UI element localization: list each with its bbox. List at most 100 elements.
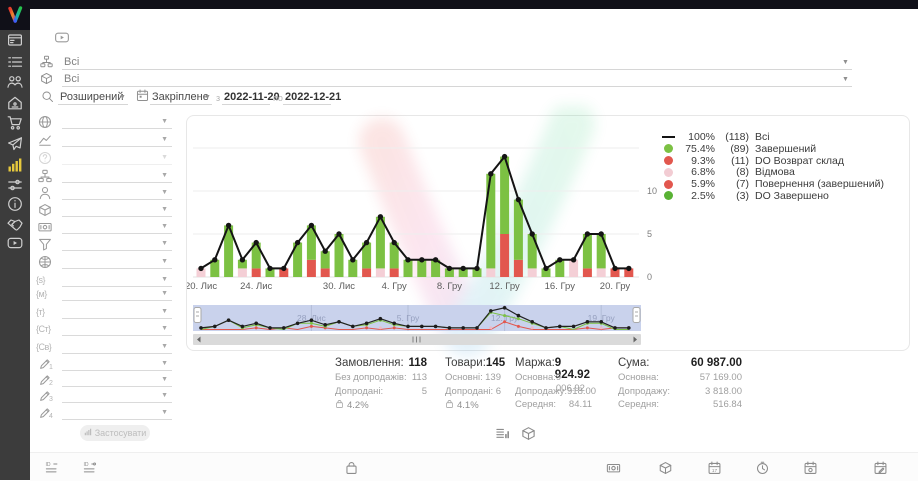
filter-row-4[interactable]: 4▼	[36, 406, 176, 422]
clock-icon[interactable]	[755, 461, 771, 476]
money-icon	[38, 220, 52, 234]
chevron-down-icon[interactable]: ▼	[161, 276, 168, 283]
legend-item[interactable]: 2.5%(3)DO Завершено	[661, 190, 905, 202]
package-icon	[38, 203, 52, 217]
calendar-edit-icon[interactable]	[873, 461, 889, 476]
legend-item[interactable]: 75.4%(89)Завершений	[661, 143, 905, 155]
chevron-down-icon[interactable]: ▼	[119, 94, 126, 101]
sidebar-item-orders[interactable]	[7, 54, 23, 70]
cube-icon[interactable]	[658, 461, 674, 476]
chevron-down-icon[interactable]: ▼	[161, 392, 168, 399]
filter-row-person-icon[interactable]: ▼	[36, 186, 176, 202]
filter-row-package-icon[interactable]: ▼	[36, 203, 176, 219]
id-sort-desc-icon[interactable]: ID	[45, 461, 61, 476]
chevron-down-icon[interactable]: ▼	[161, 409, 168, 416]
pencil-index: 3	[49, 396, 53, 403]
bag-icon[interactable]	[344, 461, 360, 476]
chevron-down-icon[interactable]: ▼	[161, 154, 168, 161]
filter-row-{м}[interactable]: {м}▼	[36, 287, 176, 303]
legend-item[interactable]: 6.8%(8)Відмова	[661, 166, 905, 178]
sidebar-item-settings[interactable]	[7, 177, 23, 193]
chevron-down-icon[interactable]: ▼	[204, 94, 211, 101]
sidebar-item-partners[interactable]	[7, 217, 23, 233]
stat-subrow: Середня:84.11	[515, 399, 592, 413]
filter-row-globe-icon[interactable]: ▼	[36, 115, 176, 131]
sidebar-item-statistics[interactable]	[7, 157, 23, 173]
app-logo[interactable]	[0, 0, 30, 30]
video-tutorial-button[interactable]	[51, 30, 73, 45]
chevron-down-icon[interactable]: ▼	[161, 240, 168, 247]
filter-row-question-icon[interactable]: ▼	[36, 151, 176, 167]
svg-text:4. Гру: 4. Гру	[382, 281, 407, 292]
legend-item[interactable]: 9.3%(11)DO Возврат склад	[661, 155, 905, 167]
search-mode-select[interactable]: Розширений	[60, 91, 123, 103]
filter-row-sitemap-icon[interactable]: ▼	[36, 169, 176, 185]
chevron-down-icon[interactable]: ▼	[842, 59, 849, 66]
product-filter-value[interactable]: Всі	[64, 73, 79, 85]
sidebar-item-dashboard[interactable]	[7, 32, 23, 48]
filter-underline	[62, 199, 172, 200]
filter-underline	[62, 318, 172, 319]
period-mode-select[interactable]: Закріплене	[152, 91, 209, 103]
chevron-down-icon[interactable]: ▼	[161, 258, 168, 265]
chevron-down-icon[interactable]: ▼	[161, 206, 168, 213]
filter-row-trend-icon[interactable]: ▼	[36, 133, 176, 149]
sidebar-item-video[interactable]	[7, 235, 23, 251]
sidebar-item-campaigns[interactable]	[7, 136, 23, 152]
svg-text:ID: ID	[46, 462, 51, 468]
apply-filters-button[interactable]: Застосувати	[80, 425, 150, 441]
filter-row-3[interactable]: 3▼	[36, 389, 176, 405]
sidebar-item-warehouse[interactable]	[7, 95, 23, 111]
legend-item[interactable]: 100%(118)Всі	[661, 131, 905, 143]
stat-subrow: Середня:516.84	[618, 399, 742, 413]
chevron-down-icon[interactable]: ▼	[161, 118, 168, 125]
brace-icon: {т}	[36, 307, 45, 317]
filter-underline	[62, 146, 172, 147]
chevron-down-icon[interactable]: ▼	[161, 172, 168, 179]
navigator-scrollbar[interactable]	[193, 334, 641, 345]
sidebar-item-customers[interactable]	[7, 74, 23, 90]
filter-row-money-icon[interactable]: ▼	[36, 220, 176, 236]
stat-title: Товари:	[445, 357, 486, 372]
chevron-down-icon[interactable]: ▼	[161, 360, 168, 367]
chevron-down-icon[interactable]: ▼	[161, 223, 168, 230]
legend-item[interactable]: 5.9%(7)Повернення (завершений)	[661, 178, 905, 190]
list-icon	[7, 54, 23, 70]
chevron-down-icon[interactable]: ▼	[161, 376, 168, 383]
date-to-input[interactable]: 2022-12-21	[285, 91, 341, 103]
filter-row-{Св}[interactable]: {Св}▼	[36, 340, 176, 356]
navigator-left-handle[interactable]	[194, 308, 201, 323]
id-sort-asc-icon[interactable]: ID	[83, 461, 99, 476]
filter-row-{т}[interactable]: {т} ▼	[36, 305, 176, 321]
handshake-icon	[7, 217, 23, 233]
filter-row-{Ст}[interactable]: {Ст}▼	[36, 322, 176, 338]
filter-row-1[interactable]: 1▼	[36, 357, 176, 373]
pencil-index: 1	[49, 364, 53, 371]
source-filter-value[interactable]: Всі	[64, 56, 79, 68]
navigator-right-handle[interactable]	[633, 308, 640, 323]
sidebar-item-cart[interactable]	[7, 115, 23, 131]
chevron-down-icon[interactable]: ▼	[842, 76, 849, 83]
chevron-down-icon[interactable]: ▼	[161, 308, 168, 315]
filter-underline	[62, 353, 172, 354]
sidebar-item-info[interactable]	[7, 196, 23, 212]
calendar-payment-icon[interactable]	[803, 461, 819, 476]
filter-row-2[interactable]: 2▼	[36, 373, 176, 389]
banknote-icon[interactable]	[606, 461, 622, 476]
chevron-down-icon[interactable]: ▼	[161, 189, 168, 196]
filter-row-web-icon[interactable]: ▼	[36, 255, 176, 271]
chevron-down-icon[interactable]: ▼	[161, 325, 168, 332]
filter-underline	[62, 419, 172, 420]
filter-row-funnel-icon[interactable]: ▼	[36, 237, 176, 253]
cube-icon[interactable]	[521, 426, 536, 441]
chevron-down-icon[interactable]: ▼	[161, 290, 168, 297]
video-icon	[7, 235, 23, 251]
bag-icon	[445, 399, 454, 412]
date-from-input[interactable]: 2022-11-20	[224, 91, 280, 103]
stats-rows-icon[interactable]	[495, 426, 510, 441]
chevron-down-icon[interactable]: ▼	[161, 343, 168, 350]
filter-underline	[62, 250, 172, 251]
calendar-date-icon[interactable]: 17	[707, 461, 723, 476]
search-icon	[41, 90, 54, 103]
chevron-down-icon[interactable]: ▼	[161, 136, 168, 143]
